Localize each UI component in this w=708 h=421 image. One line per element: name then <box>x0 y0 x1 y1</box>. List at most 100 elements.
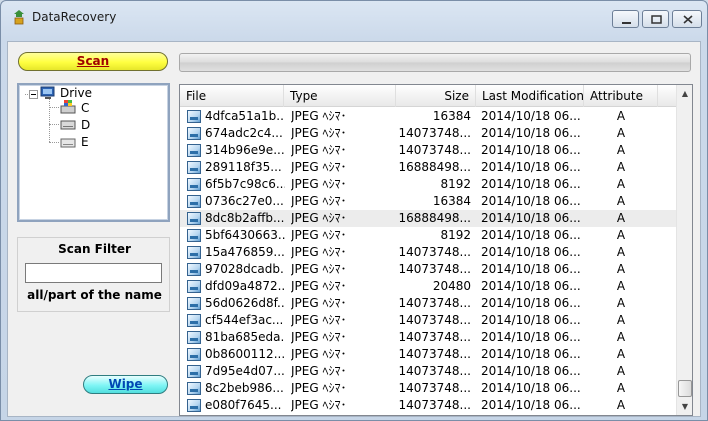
scrollbar-thumb[interactable] <box>678 380 692 397</box>
drive-tree[interactable]: Drive C D E <box>17 83 170 222</box>
table-row[interactable]: 0b8600112... JPEG ﾍｼﾏ･ 14073748... 2014/10/… <box>180 346 676 363</box>
attribute-cell: A <box>616 347 626 361</box>
table-row[interactable]: 5bf6430663... JPEG ﾍｼﾏ･ 8192 2014/10/18 06.… <box>180 227 676 244</box>
expand-collapse-icon[interactable] <box>29 90 38 99</box>
file-name-cell: 0b8600112... <box>205 347 285 361</box>
windows-drive-icon <box>60 99 76 114</box>
file-size-cell: 14073748... <box>398 245 471 259</box>
column-header-file[interactable]: File <box>180 85 284 107</box>
attribute-cell: A <box>616 313 626 327</box>
file-size-cell: 8192 <box>440 228 471 242</box>
table-row[interactable]: 4dfca51a1b... JPEG ﾍｼﾏ･ 16384 2014/10/18 06… <box>180 108 676 125</box>
tree-connector <box>49 142 59 143</box>
tree-drive-d[interactable]: D <box>81 118 90 132</box>
file-size-cell: 14073748... <box>398 296 471 310</box>
last-modification-cell: 2014/10/18 06... <box>481 126 581 140</box>
image-file-icon <box>187 127 201 140</box>
column-header-attribute[interactable]: Attribute <box>584 85 658 107</box>
filter-name-input[interactable] <box>25 263 162 283</box>
attribute-cell: A <box>616 109 626 123</box>
table-row[interactable]: cf544ef3ac... JPEG ﾍｼﾏ･ 14073748... 2014/10… <box>180 312 676 329</box>
attribute-cell: A <box>616 381 626 395</box>
file-type-cell: JPEG ﾍｼﾏ･ <box>291 398 347 412</box>
file-type-cell: JPEG ﾍｼﾏ･ <box>291 160 347 174</box>
file-name-cell: e080f7645... <box>205 398 282 412</box>
file-type-cell: JPEG ﾍｼﾏ･ <box>291 330 347 344</box>
file-size-cell: 14073748... <box>398 262 471 276</box>
table-row[interactable]: 15a476859... JPEG ﾍｼﾏ･ 14073748... 2014/10/… <box>180 244 676 261</box>
file-name-cell: dfd09a4872... <box>205 279 285 293</box>
attribute-cell: A <box>616 143 626 157</box>
table-row[interactable]: 97028dcadb... JPEG ﾍｼﾏ･ 14073748... 2014/10… <box>180 261 676 278</box>
scan-filter-title: Scan Filter <box>58 242 131 256</box>
file-name-cell: 81ba685eda... <box>205 330 285 344</box>
tree-root-label[interactable]: Drive <box>60 86 92 100</box>
wipe-button[interactable]: Wipe <box>83 375 168 394</box>
file-size-cell: 14073748... <box>398 347 471 361</box>
file-size-cell: 16888498... <box>398 211 471 225</box>
column-header-last-modification[interactable]: Last Modification <box>476 85 584 107</box>
tree-connector <box>49 99 50 142</box>
image-file-icon <box>187 110 201 123</box>
table-row[interactable]: dfd09a4872... JPEG ﾍｼﾏ･ 20480 2014/10/18 06… <box>180 278 676 295</box>
minimize-icon <box>622 22 631 24</box>
image-file-icon <box>187 399 201 412</box>
image-file-icon <box>187 382 201 395</box>
attribute-cell: A <box>616 364 626 378</box>
image-file-icon <box>187 161 201 174</box>
maximize-icon <box>651 15 662 24</box>
close-button[interactable] <box>672 10 702 28</box>
table-row[interactable]: 0736c27e0... JPEG ﾍｼﾏ･ 16384 2014/10/18 06.… <box>180 193 676 210</box>
attribute-cell: A <box>616 228 626 242</box>
image-file-icon <box>187 331 201 344</box>
file-type-cell: JPEG ﾍｼﾏ･ <box>291 245 347 259</box>
recycle-app-icon <box>12 9 26 25</box>
table-row[interactable]: 7d95e4d07... JPEG ﾍｼﾏ･ 14073748... 2014/10/… <box>180 363 676 380</box>
image-file-icon <box>187 178 201 191</box>
tree-drive-e[interactable]: E <box>81 135 89 149</box>
last-modification-cell: 2014/10/18 06... <box>481 228 581 242</box>
table-row[interactable]: 289118f35... JPEG ﾍｼﾏ･ 16888498... 2014/10/… <box>180 159 676 176</box>
file-type-cell: JPEG ﾍｼﾏ･ <box>291 143 347 157</box>
vertical-scrollbar[interactable]: ▲ ▼ <box>676 85 692 415</box>
last-modification-cell: 2014/10/18 06... <box>481 245 581 259</box>
last-modification-cell: 2014/10/18 06... <box>481 330 581 344</box>
image-file-icon <box>187 280 201 293</box>
table-row[interactable]: 674adc2c4... JPEG ﾍｼﾏ･ 14073748... 2014/10/… <box>180 125 676 142</box>
attribute-cell: A <box>616 160 626 174</box>
last-modification-cell: 2014/10/18 06... <box>481 313 581 327</box>
scroll-down-arrow-icon[interactable]: ▼ <box>677 398 693 415</box>
list-rows: 4dfca51a1b... JPEG ﾍｼﾏ･ 16384 2014/10/18 06… <box>180 108 676 416</box>
hard-drive-icon <box>60 117 76 131</box>
file-size-cell: 14073748... <box>398 398 471 412</box>
table-row[interactable]: e080f7645... JPEG ﾍｼﾏ･ 14073748... 2014/10/… <box>180 397 676 414</box>
maximize-button[interactable] <box>642 10 669 28</box>
scroll-up-arrow-icon[interactable]: ▲ <box>677 85 693 102</box>
file-size-cell: 14073748... <box>398 126 471 140</box>
hard-drive-icon <box>60 135 76 149</box>
file-name-cell: 5bf6430663... <box>205 228 285 242</box>
minimize-button[interactable] <box>612 10 639 28</box>
table-row[interactable]: 56d0626d8f... JPEG ﾍｼﾏ･ 14073748... 2014/10… <box>180 295 676 312</box>
file-list[interactable]: File Type Size Last Modification Attribu… <box>179 84 693 416</box>
file-type-cell: JPEG ﾍｼﾏ･ <box>291 296 347 310</box>
scan-button[interactable]: Scan <box>18 52 168 71</box>
file-type-cell: JPEG ﾍｼﾏ･ <box>291 381 347 395</box>
column-header-type[interactable]: Type <box>284 85 396 107</box>
image-file-icon <box>187 195 201 208</box>
title-bar[interactable]: DataRecovery <box>1 1 707 35</box>
filter-hint-label: all/part of the name <box>27 288 162 302</box>
file-type-cell: JPEG ﾍｼﾏ･ <box>291 177 347 191</box>
file-name-cell: 6f5b7c98c6... <box>205 177 285 191</box>
table-row[interactable]: 314b96e9e... JPEG ﾍｼﾏ･ 14073748... 2014/10/… <box>180 142 676 159</box>
table-row[interactable]: 8dc8b2affb... JPEG ﾍｼﾏ･ 16888498... 2014/10… <box>180 210 676 227</box>
image-file-icon <box>187 314 201 327</box>
file-type-cell: JPEG ﾍｼﾏ･ <box>291 364 347 378</box>
last-modification-cell: 2014/10/18 06... <box>481 381 581 395</box>
column-header-size[interactable]: Size <box>396 85 476 107</box>
last-modification-cell: 2014/10/18 06... <box>481 279 581 293</box>
tree-drive-c[interactable]: C <box>81 101 89 115</box>
table-row[interactable]: 6f5b7c98c6... JPEG ﾍｼﾏ･ 8192 2014/10/18 06.… <box>180 176 676 193</box>
table-row[interactable]: 8c2beb986... JPEG ﾍｼﾏ･ 14073748... 2014/10/… <box>180 380 676 397</box>
table-row[interactable]: 81ba685eda... JPEG ﾍｼﾏ･ 14073748... 2014/10… <box>180 329 676 346</box>
